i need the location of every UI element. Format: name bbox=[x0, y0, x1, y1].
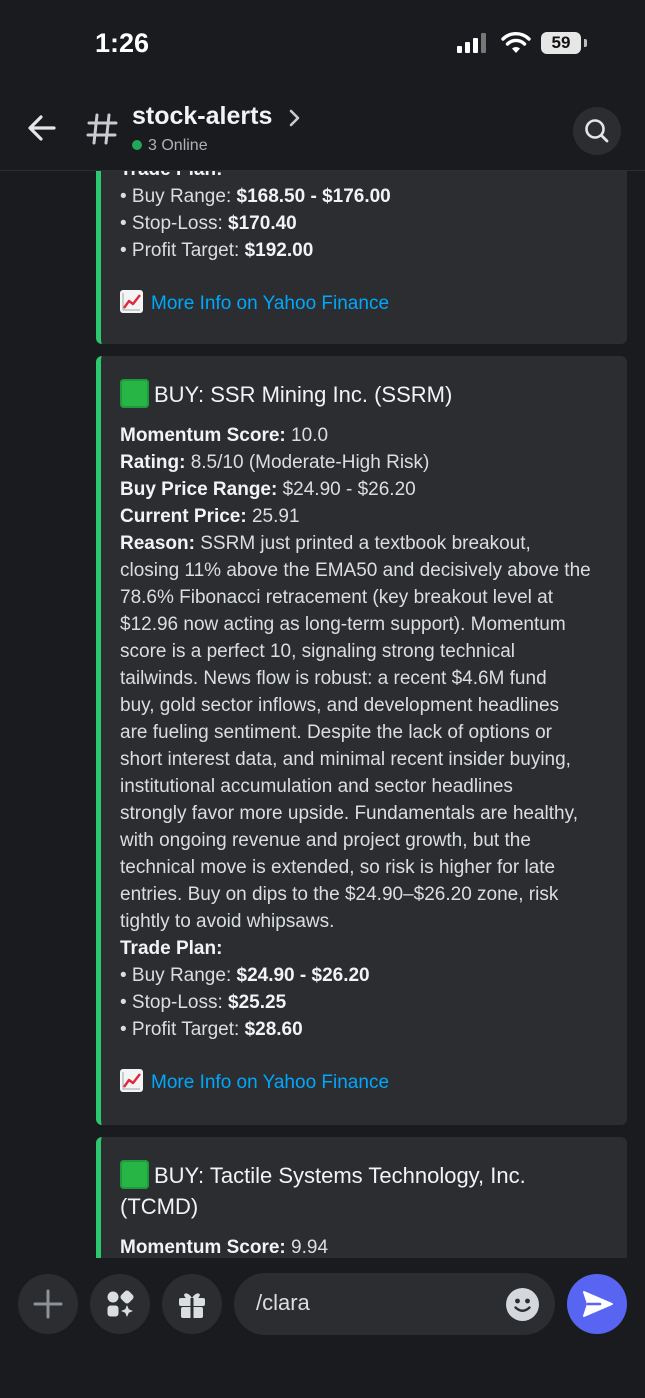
plus-icon bbox=[33, 1289, 63, 1319]
channel-name[interactable]: stock-alerts bbox=[132, 102, 272, 131]
battery-icon: 59 bbox=[541, 32, 581, 54]
apps-button[interactable] bbox=[90, 1274, 150, 1334]
gift-icon bbox=[179, 1293, 205, 1318]
embed-previous-alert: Trade Plan: • Buy Range: $168.50 - $176.… bbox=[96, 171, 627, 344]
battery-tip bbox=[584, 39, 587, 47]
message-input-text[interactable]: /clara bbox=[256, 1290, 310, 1316]
apps-icon bbox=[107, 1290, 134, 1317]
online-count: 3 Online bbox=[132, 137, 208, 155]
online-status-dot bbox=[132, 140, 142, 150]
back-arrow-icon[interactable] bbox=[22, 108, 62, 148]
status-bar: 1:26 59 bbox=[0, 0, 645, 90]
add-button[interactable] bbox=[18, 1274, 78, 1334]
field-rating: Rating: 8.5/10 (Moderate-High Risk) bbox=[120, 452, 430, 473]
embed-tcmd-alert: BUY: Tactile Systems Technology, Inc. (T… bbox=[96, 1137, 627, 1258]
cellular-signal-icon bbox=[457, 33, 489, 53]
trade-plan-label: Trade Plan: bbox=[120, 938, 223, 959]
trade-plan-label: Trade Plan: bbox=[120, 171, 609, 183]
channel-header: stock-alerts 3 Online bbox=[0, 90, 645, 170]
reason-text: Reason: SSRM just printed a textbook bre… bbox=[120, 533, 591, 932]
bullet-buy-range: • Buy Range: $168.50 - $176.00 bbox=[120, 186, 391, 207]
chart-increasing-icon bbox=[120, 290, 143, 313]
chevron-right-icon[interactable] bbox=[288, 108, 302, 128]
status-time: 1:26 bbox=[95, 28, 150, 58]
green-square-icon bbox=[120, 379, 149, 408]
field-buy-price-range: Buy Price Range: $24.90 - $26.20 bbox=[120, 479, 416, 500]
field-momentum-score: Momentum Score: 9.94 bbox=[120, 1237, 329, 1258]
green-square-icon bbox=[120, 1160, 149, 1189]
yahoo-link[interactable]: More Info on Yahoo Finance bbox=[120, 1069, 609, 1096]
embed-ssrm-alert: BUY: SSR Mining Inc. (SSRM) Momentum Sco… bbox=[96, 356, 627, 1125]
send-button[interactable] bbox=[567, 1274, 627, 1334]
search-icon bbox=[585, 119, 609, 143]
bullet-profit-target: • Profit Target: $192.00 bbox=[120, 240, 314, 261]
send-icon bbox=[583, 1291, 613, 1317]
gift-button[interactable] bbox=[162, 1274, 222, 1334]
online-text: 3 Online bbox=[148, 137, 208, 154]
message-input[interactable]: /clara bbox=[234, 1273, 555, 1335]
header-divider bbox=[0, 170, 645, 171]
message-list[interactable]: Trade Plan: • Buy Range: $168.50 - $176.… bbox=[0, 171, 645, 1258]
search-button[interactable] bbox=[573, 107, 621, 155]
bullet-stop-loss: • Stop-Loss: $170.40 bbox=[120, 213, 297, 234]
embed-title: BUY: Tactile Systems Technology, Inc. bbox=[120, 1160, 609, 1191]
composer-bar: /clara bbox=[0, 1258, 645, 1398]
bullet-buy-range: • Buy Range: $24.90 - $26.20 bbox=[120, 965, 370, 986]
bullet-stop-loss: • Stop-Loss: $25.25 bbox=[120, 992, 287, 1013]
yahoo-link-text[interactable]: More Info on Yahoo Finance bbox=[151, 1072, 389, 1093]
bullet-profit-target: • Profit Target: $28.60 bbox=[120, 1019, 303, 1040]
yahoo-link-text[interactable]: More Info on Yahoo Finance bbox=[151, 293, 389, 314]
field-momentum-score: Momentum Score: 10.0 bbox=[120, 425, 329, 446]
embed-title: BUY: SSR Mining Inc. (SSRM) bbox=[120, 379, 609, 410]
wifi-icon bbox=[501, 32, 531, 53]
chart-increasing-icon bbox=[120, 1069, 143, 1092]
emoji-icon[interactable] bbox=[506, 1288, 539, 1321]
field-current-price: Current Price: 25.91 bbox=[120, 506, 300, 527]
embed-title-line2: (TCMD) bbox=[120, 1194, 199, 1219]
yahoo-link[interactable]: More Info on Yahoo Finance bbox=[120, 290, 609, 317]
hash-icon bbox=[86, 113, 118, 145]
